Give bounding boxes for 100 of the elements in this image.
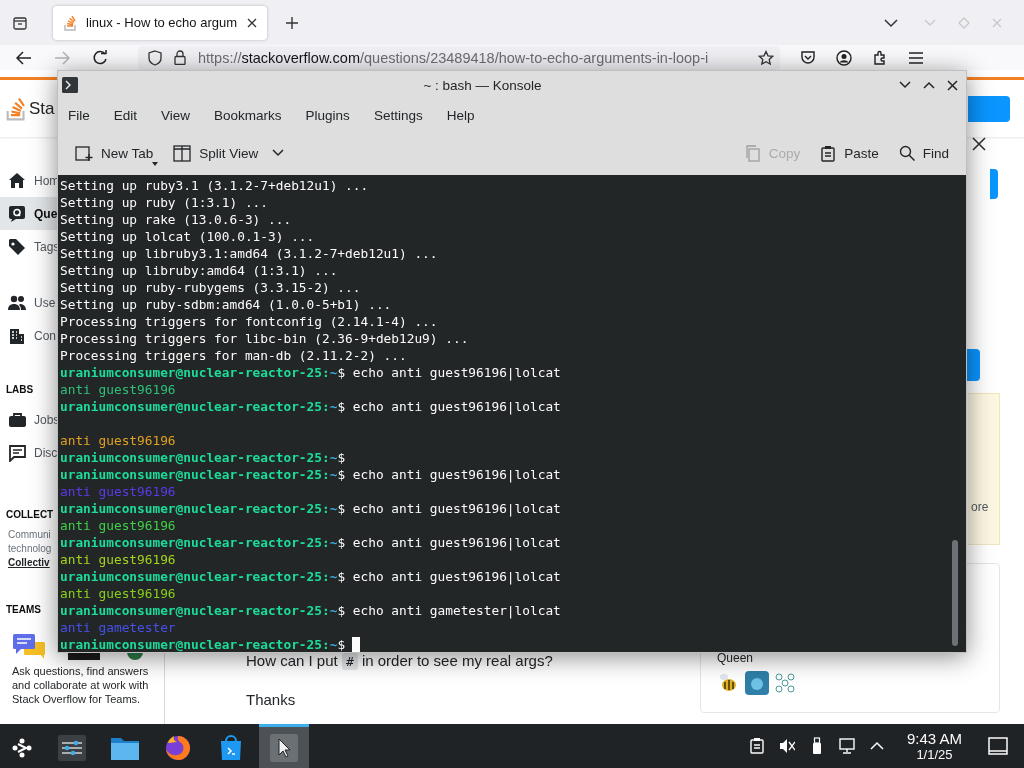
new-tab-icon [75, 144, 93, 162]
lock-icon[interactable] [174, 50, 186, 65]
menu-item[interactable]: Bookmarks [214, 107, 282, 123]
terminal-line: Processing triggers for libc-bin (2.36-9+deb12u9) ... [60, 330, 469, 347]
terminal-line: anti guest96196 [60, 432, 176, 449]
browser-icon [164, 733, 192, 762]
pocket-icon[interactable] [800, 50, 816, 65]
terminal-line: Setting up ruby-sdbm:amd64 (1.0.0-5+b1) ... [60, 296, 392, 313]
pattern-avatar[interactable] [773, 671, 797, 695]
collectives-link[interactable]: Collectiv [8, 556, 50, 570]
logo-text[interactable]: Sta [29, 98, 55, 119]
speaker-muted-icon[interactable] [778, 737, 795, 755]
section-heading: TEAMS [5, 604, 41, 615]
header-button[interactable] [968, 95, 1010, 122]
menu-item[interactable]: View [161, 107, 191, 123]
close-icon[interactable] [247, 17, 257, 28]
caret-icon [152, 161, 159, 166]
sidebar-item[interactable]: Con [0, 319, 56, 352]
chat-bubbles-icon [12, 633, 46, 659]
sidebar-item[interactable]: Use [0, 286, 56, 319]
clock-date[interactable]: 1/1/25 [906, 747, 962, 762]
section-heading: LABS [5, 384, 34, 395]
terminal-line: uraniumconsumer@nuclear-reactor-25:~$ echo anti guest96196|lolcat [60, 466, 561, 483]
question-text: How can I put # in order to see my real args? [246, 652, 554, 669]
terminal-line: Setting up ruby (1:3.1) ... [60, 194, 269, 211]
copy-icon [744, 144, 761, 162]
maximize-icon[interactable] [923, 81, 935, 89]
store-icon [218, 733, 244, 762]
menu-item[interactable]: Edit [113, 107, 138, 123]
terminal-icon [62, 77, 78, 93]
building-icon [8, 326, 26, 345]
reload-icon[interactable] [92, 49, 108, 66]
chevron-down-icon[interactable] [884, 17, 898, 28]
terminal-line: anti guest96196 [60, 551, 176, 568]
users-icon [8, 293, 26, 312]
pointer-icon [270, 733, 298, 762]
terminal-line: anti guest96196 [60, 517, 176, 534]
tag-icon [8, 237, 26, 256]
terminal-line: uraniumconsumer@nuclear-reactor-25:~$ echo anti guest96196|lolcat [60, 568, 561, 585]
chevron-down-icon [272, 149, 285, 157]
minimize-icon[interactable] [899, 81, 911, 89]
terminal-line: uraniumconsumer@nuclear-reactor-25:~$ [60, 449, 346, 466]
terminal-line: uraniumconsumer@nuclear-reactor-25:~$ echo anti guest96196|lolcat [60, 364, 561, 381]
terminal-line: Setting up rake (13.0.6-3) ... [60, 211, 292, 228]
menu-icon[interactable] [908, 50, 924, 65]
body-text: Communi [8, 528, 51, 542]
terminal-line: uraniumconsumer@nuclear-reactor-25:~$ echo anti gametester|lolcat [60, 602, 561, 619]
terminal-line: uraniumconsumer@nuclear-reactor-25:~$ echo anti guest96196|lolcat [60, 398, 561, 415]
back-icon[interactable] [16, 50, 32, 65]
question-icon [8, 204, 26, 223]
menu-item[interactable]: Settings [373, 107, 423, 123]
show-desktop-icon[interactable] [988, 736, 1008, 756]
shield-icon[interactable] [148, 49, 162, 66]
find-button[interactable]: Find [895, 140, 952, 166]
clipboard-icon[interactable] [748, 737, 765, 755]
extensions-icon[interactable] [872, 49, 888, 66]
terminal-line: anti guest96196 [60, 381, 176, 398]
terminal-line: uraniumconsumer@nuclear-reactor-25:~$ echo anti guest96196|lolcat [60, 534, 561, 551]
taskbar-item[interactable] [259, 724, 309, 768]
user-name[interactable]: Queen [717, 651, 999, 665]
account-icon[interactable] [836, 49, 852, 66]
terminal-line: Processing triggers for man-db (2.11.2-2) ... [60, 347, 407, 364]
card-text: ore [971, 500, 989, 514]
terminal-line: uraniumconsumer@nuclear-reactor-25:~$ [60, 636, 346, 653]
body-text: Ask questions, find answers and collaborate at work with Stack Overflow for Teams. [11, 664, 150, 706]
sidebar-item[interactable]: Disc [0, 436, 58, 469]
menu-item[interactable]: Help [446, 107, 475, 123]
new-tab-icon[interactable] [285, 15, 299, 30]
terminal-line: anti guest96196 [60, 483, 176, 500]
terminal-line: anti guest96196 [60, 585, 176, 602]
body-text: Thanks [246, 691, 297, 708]
split-view-icon [173, 144, 192, 162]
new-tab-button[interactable]: New Tab [72, 140, 157, 166]
window-title: ~ : bash — Konsole [422, 77, 543, 93]
tab-list-icon[interactable] [12, 14, 28, 31]
stack-logo-icon[interactable] [6, 96, 26, 121]
sidebar-item[interactable]: Que [0, 197, 58, 230]
terminal-line: Setting up lolcat (100.0.1-3) ... [60, 228, 315, 245]
close-icon[interactable] [972, 137, 986, 151]
chat-icon [8, 443, 26, 462]
address-field[interactable]: https://stackoverflow.com/questions/23489418/how-to-echo-arguments-in-loop-i [138, 45, 780, 70]
network-icon[interactable] [838, 737, 855, 755]
stack-logo-icon [63, 14, 77, 31]
section-heading: COLLECT [5, 509, 54, 520]
browser-tab[interactable]: linux - How to echo argum [53, 5, 267, 40]
clock-time[interactable]: 9:43 AM [906, 730, 962, 747]
clipboard-icon [820, 144, 837, 162]
terminal-line: Setting up libruby:amd64 (1:3.1) ... [60, 262, 338, 279]
split-view-button[interactable]: Split View [170, 140, 288, 166]
scrollbar-thumb[interactable] [952, 540, 958, 646]
briefcase-icon [8, 410, 26, 429]
star-icon[interactable] [758, 49, 774, 66]
sliders-icon [58, 734, 86, 761]
body-text: technolog [8, 542, 52, 556]
menu-item[interactable]: File [68, 107, 90, 123]
terminal-line: anti gametester [60, 619, 176, 636]
close-icon[interactable] [947, 79, 958, 91]
menu-item[interactable]: Plugins [305, 107, 350, 123]
terminal-line: Setting up libruby3.1:amd64 (3.1.2-7+deb12u1) ... [60, 245, 438, 262]
paste-button[interactable]: Paste [817, 140, 882, 166]
